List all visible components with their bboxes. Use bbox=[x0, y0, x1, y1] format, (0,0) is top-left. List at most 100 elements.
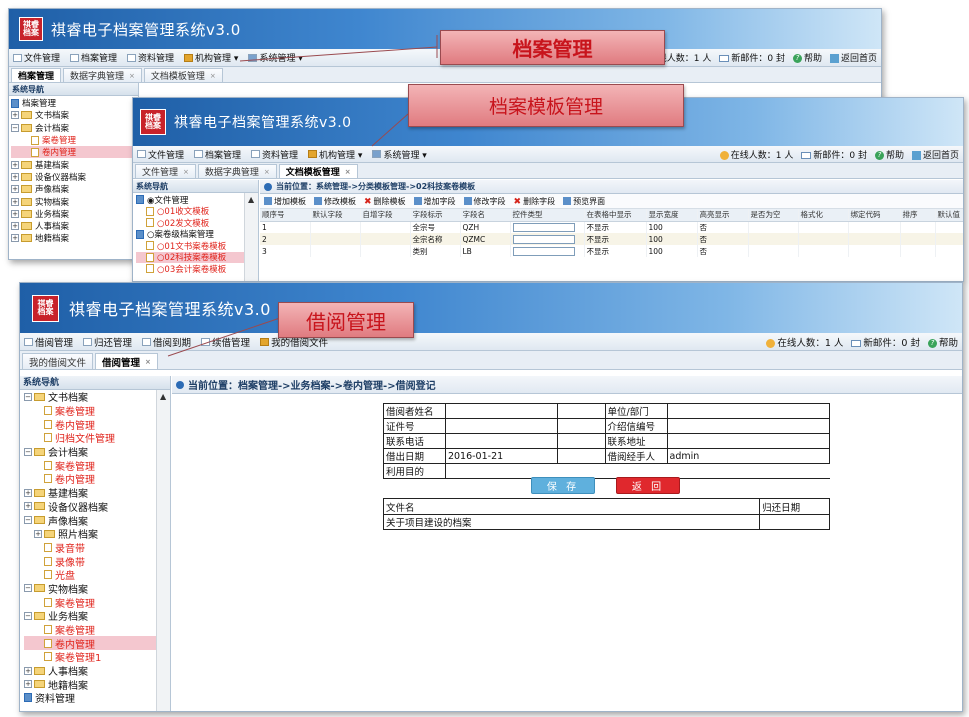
close-icon[interactable]: × bbox=[145, 358, 151, 366]
sidebar-item[interactable]: 案卷管理1 bbox=[24, 650, 170, 664]
collapse-icon[interactable]: − bbox=[24, 516, 32, 525]
menu-file[interactable]: 文件管理 bbox=[137, 148, 184, 161]
sidebar-item[interactable]: + 基建档案 bbox=[24, 486, 170, 500]
unit-input[interactable] bbox=[666, 403, 830, 419]
expand-icon[interactable]: + bbox=[11, 209, 19, 218]
menu-file[interactable]: 文件管理 bbox=[13, 51, 60, 64]
sidebar-item[interactable]: + 地籍档案 bbox=[11, 232, 138, 244]
sidebar-item[interactable]: 卷内管理 bbox=[24, 636, 170, 651]
expand-icon[interactable]: + bbox=[11, 111, 19, 120]
sidebar-item[interactable]: − 会计档案 bbox=[24, 445, 170, 459]
table-row[interactable]: 2 全宗名称 QZMC 不显示 100 否 bbox=[260, 233, 963, 245]
sidebar-item[interactable]: + 人事档案 bbox=[11, 220, 138, 232]
expand-icon[interactable]: + bbox=[11, 222, 19, 231]
column-header[interactable]: 字段名 bbox=[460, 209, 511, 222]
menu-org[interactable]: 机构管理 ▾ bbox=[184, 51, 238, 64]
sidebar-item[interactable]: ○02科技案卷模板 bbox=[136, 251, 258, 263]
sidebar-item[interactable]: + 业务档案 bbox=[11, 208, 138, 220]
delete-field-button[interactable]: ✖ 删除字段 bbox=[514, 196, 556, 208]
expand-icon[interactable]: + bbox=[11, 172, 19, 181]
sidebar-item[interactable]: + 设备仪器档案 bbox=[11, 171, 138, 183]
delete-template-button[interactable]: ✖ 删除模板 bbox=[364, 196, 406, 208]
menu-org[interactable]: 机构管理 ▾ bbox=[308, 148, 362, 161]
collapse-icon[interactable]: − bbox=[11, 123, 19, 132]
tab-file[interactable]: 文件管理 × bbox=[135, 164, 196, 178]
sidebar-item[interactable]: ○案卷级档案管理 bbox=[136, 229, 258, 240]
menu-renew[interactable]: 续借管理 bbox=[201, 335, 250, 349]
collapse-icon[interactable]: − bbox=[24, 447, 32, 456]
column-header[interactable]: 默认值 bbox=[935, 209, 963, 222]
menu-due[interactable]: 借阅到期 bbox=[142, 335, 191, 349]
menu-borrow[interactable]: 借阅管理 bbox=[24, 335, 73, 349]
tab-doc-template[interactable]: 文档模板管理 × bbox=[278, 164, 358, 178]
mail-count[interactable]: 新邮件：0 封 bbox=[801, 148, 867, 161]
expand-icon[interactable]: + bbox=[24, 488, 32, 497]
sidebar-item[interactable]: 卷内管理 bbox=[24, 472, 170, 486]
borrower-name-input[interactable] bbox=[444, 403, 558, 419]
control-type-input[interactable] bbox=[512, 234, 575, 244]
sidebar-item[interactable]: − 业务档案 bbox=[24, 609, 170, 623]
column-header[interactable]: 绑定代码 bbox=[848, 209, 901, 222]
close-icon[interactable]: × bbox=[264, 168, 270, 176]
letter-number-input[interactable] bbox=[666, 418, 830, 434]
sidebar-item[interactable]: + 基建档案 bbox=[11, 158, 138, 171]
close-icon[interactable]: × bbox=[183, 168, 189, 176]
sidebar-item[interactable]: ○03会计案卷模板 bbox=[136, 263, 258, 275]
sidebar-item[interactable]: ○01收文模板 bbox=[136, 206, 258, 217]
column-header[interactable]: 是否为空 bbox=[748, 209, 799, 222]
expand-icon[interactable]: + bbox=[11, 185, 19, 194]
menu-data[interactable]: 资料管理 bbox=[127, 51, 174, 64]
sidebar-item[interactable]: − 声像档案 bbox=[24, 513, 170, 528]
sidebar-item[interactable]: + 照片档案 bbox=[24, 527, 170, 541]
sidebar-item[interactable]: ○01文书案卷模板 bbox=[136, 240, 258, 252]
column-header[interactable]: 在表格中显示 bbox=[584, 209, 647, 222]
collapse-icon[interactable]: − bbox=[24, 392, 32, 401]
column-header[interactable]: 顺序号 bbox=[260, 209, 311, 222]
sidebar-scrollbar[interactable]: ▲ bbox=[156, 390, 170, 711]
menu-system[interactable]: 系统管理 ▾ bbox=[372, 148, 427, 161]
column-header[interactable]: 字段标示 bbox=[410, 209, 461, 222]
id-number-input[interactable] bbox=[444, 418, 558, 434]
sidebar-item[interactable]: − 实物档案 bbox=[24, 582, 170, 596]
borrow-date-input[interactable]: 2016-01-21 bbox=[444, 448, 558, 464]
sidebar-item[interactable]: + 设备仪器档案 bbox=[24, 500, 170, 514]
sidebar-item[interactable]: 案卷管理 bbox=[24, 404, 170, 418]
control-type-input[interactable] bbox=[512, 223, 575, 232]
sidebar-item[interactable]: 归档文件管理 bbox=[24, 431, 170, 445]
sidebar-item[interactable]: ◉文件管理 bbox=[136, 194, 258, 206]
help-link[interactable]: ? 帮助 bbox=[792, 51, 822, 64]
menu-system[interactable]: 系统管理 ▾ bbox=[248, 51, 303, 64]
edit-template-button[interactable]: 修改模板 bbox=[314, 196, 356, 207]
help-link[interactable]: ? 帮助 bbox=[927, 335, 958, 349]
phone-input[interactable] bbox=[444, 433, 558, 449]
close-icon[interactable]: × bbox=[129, 72, 135, 80]
handler-input[interactable]: admin bbox=[666, 448, 830, 464]
sidebar-item[interactable]: 档案管理 bbox=[11, 97, 138, 109]
sidebar-item[interactable]: ○02发文模板 bbox=[136, 217, 258, 229]
sidebar-item[interactable]: + 实物档案 bbox=[11, 195, 138, 208]
sidebar-item[interactable]: 资料管理 bbox=[24, 691, 170, 705]
preview-button[interactable]: 预览界面 bbox=[563, 196, 605, 207]
scroll-up-icon[interactable]: ▲ bbox=[160, 392, 166, 401]
tab-my-files[interactable]: 我的借阅文件 bbox=[22, 353, 94, 369]
column-header[interactable]: 格式化 bbox=[798, 209, 849, 222]
edit-field-button[interactable]: 修改字段 bbox=[463, 196, 506, 207]
back-button[interactable]: 返 回 bbox=[616, 477, 680, 494]
tab-archive[interactable]: 档案管理 bbox=[11, 68, 62, 82]
add-template-button[interactable]: 增加模板 bbox=[264, 196, 306, 207]
mail-count[interactable]: 新邮件：0 封 bbox=[851, 335, 920, 349]
menu-archive[interactable]: 档案管理 bbox=[70, 51, 117, 64]
sidebar-item[interactable]: 案卷管理 bbox=[24, 458, 170, 473]
home-link[interactable]: 返回首页 bbox=[911, 148, 959, 161]
column-header[interactable]: 默认字段 bbox=[310, 209, 361, 222]
sidebar-item[interactable]: 录像带 bbox=[24, 554, 170, 569]
control-type-input[interactable] bbox=[512, 246, 575, 256]
expand-icon[interactable]: + bbox=[11, 234, 19, 243]
address-input[interactable] bbox=[666, 433, 830, 449]
table-row[interactable]: 1 全宗号 QZH 不显示 100 否 bbox=[260, 221, 963, 233]
expand-icon[interactable]: + bbox=[11, 197, 19, 206]
table-row[interactable]: 关于项目建设的档案 bbox=[382, 514, 830, 530]
sidebar-item[interactable]: + 人事档案 bbox=[24, 664, 170, 678]
sidebar-item[interactable]: − 会计档案 bbox=[11, 122, 138, 134]
expand-icon[interactable]: + bbox=[11, 160, 19, 169]
